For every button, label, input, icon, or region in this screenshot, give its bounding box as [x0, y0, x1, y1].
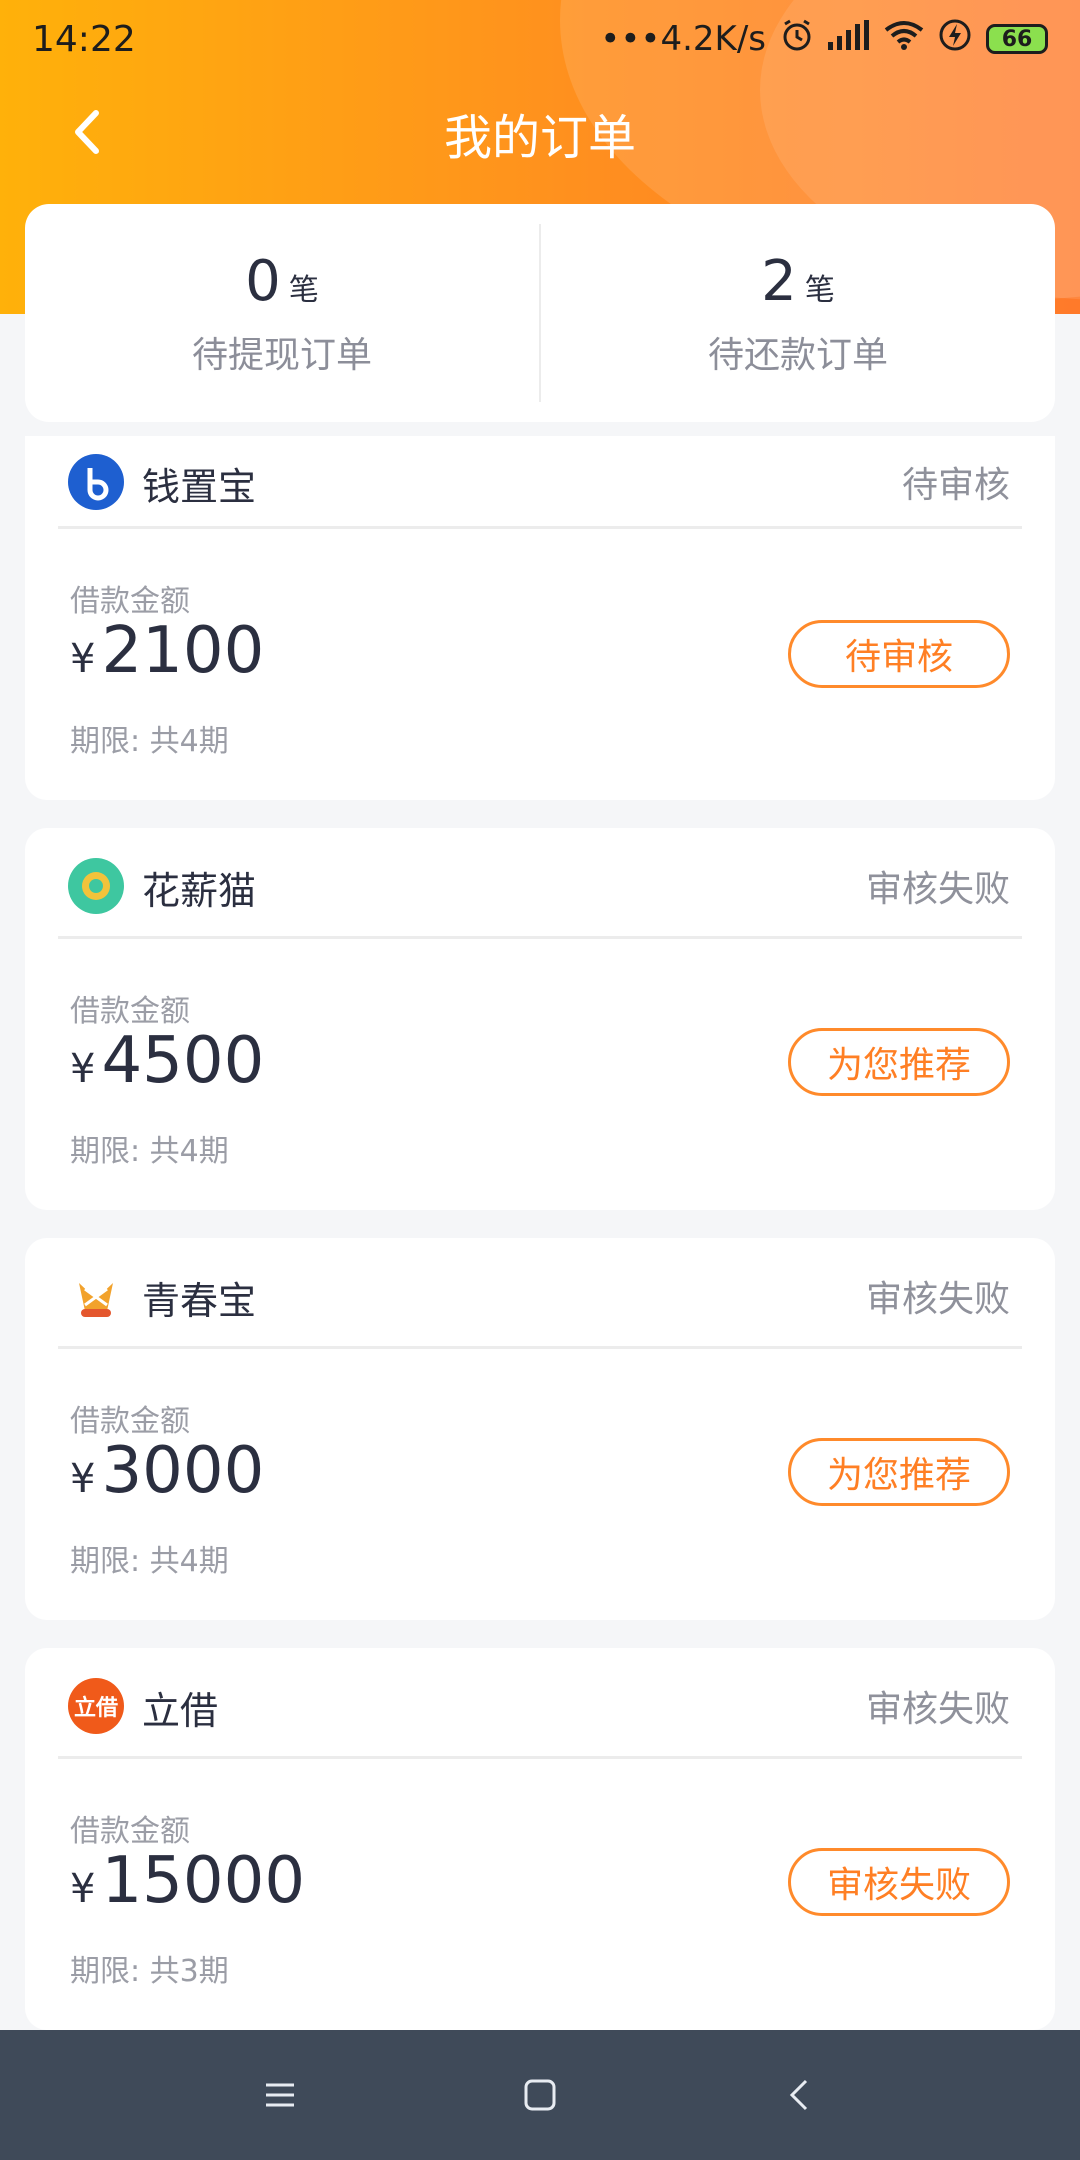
order-action-button[interactable]: 审核失败 — [788, 1848, 1010, 1916]
back-icon — [789, 2079, 808, 2111]
status-time: 14:22 — [32, 18, 136, 60]
net-speed: •••4.2K/s — [600, 19, 766, 59]
summary-label: 待提现订单 — [191, 334, 372, 376]
system-navigation-bar — [0, 2030, 1080, 2160]
signal-icon — [828, 19, 870, 59]
lijie-logo-icon: 立借 — [68, 1678, 124, 1734]
summary-unit: 笔 — [288, 272, 319, 308]
menu-icon — [266, 2083, 294, 2107]
loan-term: 期限: 共4期 — [70, 724, 229, 759]
currency-symbol: ¥ — [70, 1866, 96, 1912]
order-card[interactable]: 立借 立借 审核失败 借款金额 ¥ 15000 期限: 共3期 审核失败 — [25, 1648, 1055, 2030]
divider — [58, 526, 1022, 529]
order-action-button[interactable]: 为您推荐 — [788, 1438, 1010, 1506]
loan-amount: ¥ 4500 — [70, 1024, 264, 1098]
currency-symbol: ¥ — [70, 1046, 96, 1092]
divider — [58, 1756, 1022, 1759]
divider — [58, 1346, 1022, 1349]
loan-amount: ¥ 2100 — [70, 614, 264, 688]
home-icon — [524, 2079, 556, 2111]
order-summary-card: 0 笔 待提现订单 2 笔 待还款订单 — [25, 204, 1055, 422]
order-status: 审核失败 — [865, 869, 1010, 910]
order-action-button[interactable]: 待审核 — [788, 620, 1010, 688]
huaxinmao-logo-icon — [68, 858, 124, 914]
alarm-icon — [780, 18, 814, 61]
order-status: 审核失败 — [865, 1279, 1010, 1320]
currency-symbol: ¥ — [70, 1456, 96, 1502]
wifi-icon — [884, 19, 924, 59]
summary-count: 2 — [761, 248, 797, 314]
order-card[interactable]: 青春宝 审核失败 借款金额 ¥ 3000 期限: 共4期 为您推荐 — [25, 1238, 1055, 1620]
order-card[interactable]: 钱置宝 待审核 借款金额 ¥ 2100 期限: 共4期 待审核 — [25, 436, 1055, 800]
amount-value: 4500 — [101, 1024, 265, 1098]
order-action-button[interactable]: 为您推荐 — [788, 1028, 1010, 1096]
status-bar: 14:22 •••4.2K/s 66 — [0, 0, 1080, 78]
qingchunbao-logo-icon — [68, 1268, 124, 1324]
amount-value: 2100 — [101, 614, 265, 688]
order-status: 待审核 — [901, 465, 1010, 506]
lender-name: 花薪猫 — [142, 869, 257, 913]
system-back-button[interactable] — [775, 2070, 825, 2120]
amount-value: 3000 — [101, 1434, 265, 1508]
page-title: 我的订单 — [443, 110, 636, 166]
summary-count: 0 — [245, 248, 281, 314]
home-button[interactable] — [515, 2070, 565, 2120]
loan-term: 期限: 共3期 — [70, 1954, 229, 1989]
lender-name: 青春宝 — [142, 1279, 257, 1323]
summary-unit: 笔 — [804, 272, 835, 308]
loan-term: 期限: 共4期 — [70, 1134, 229, 1169]
battery-icon: 66 — [986, 24, 1048, 54]
summary-pending-repay[interactable]: 2 笔 待还款订单 — [541, 204, 1055, 422]
loan-term: 期限: 共4期 — [70, 1544, 229, 1579]
lender-name: 立借 — [142, 1689, 219, 1733]
amount-value: 15000 — [101, 1844, 306, 1918]
loan-amount: ¥ 15000 — [70, 1844, 305, 1918]
order-card[interactable]: 花薪猫 审核失败 借款金额 ¥ 4500 期限: 共4期 为您推荐 — [25, 828, 1055, 1210]
charging-icon — [938, 18, 972, 61]
order-status: 审核失败 — [865, 1689, 1010, 1730]
divider — [58, 936, 1022, 939]
lender-name: 钱置宝 — [142, 465, 257, 509]
loan-amount: ¥ 3000 — [70, 1434, 264, 1508]
summary-label: 待还款订单 — [707, 334, 888, 376]
nav-bar: 我的订单 — [0, 88, 1080, 178]
summary-pending-withdraw[interactable]: 0 笔 待提现订单 — [25, 204, 539, 422]
qianzhibao-logo-icon — [68, 454, 124, 510]
currency-symbol: ¥ — [70, 636, 96, 682]
menu-button[interactable] — [255, 2070, 305, 2120]
